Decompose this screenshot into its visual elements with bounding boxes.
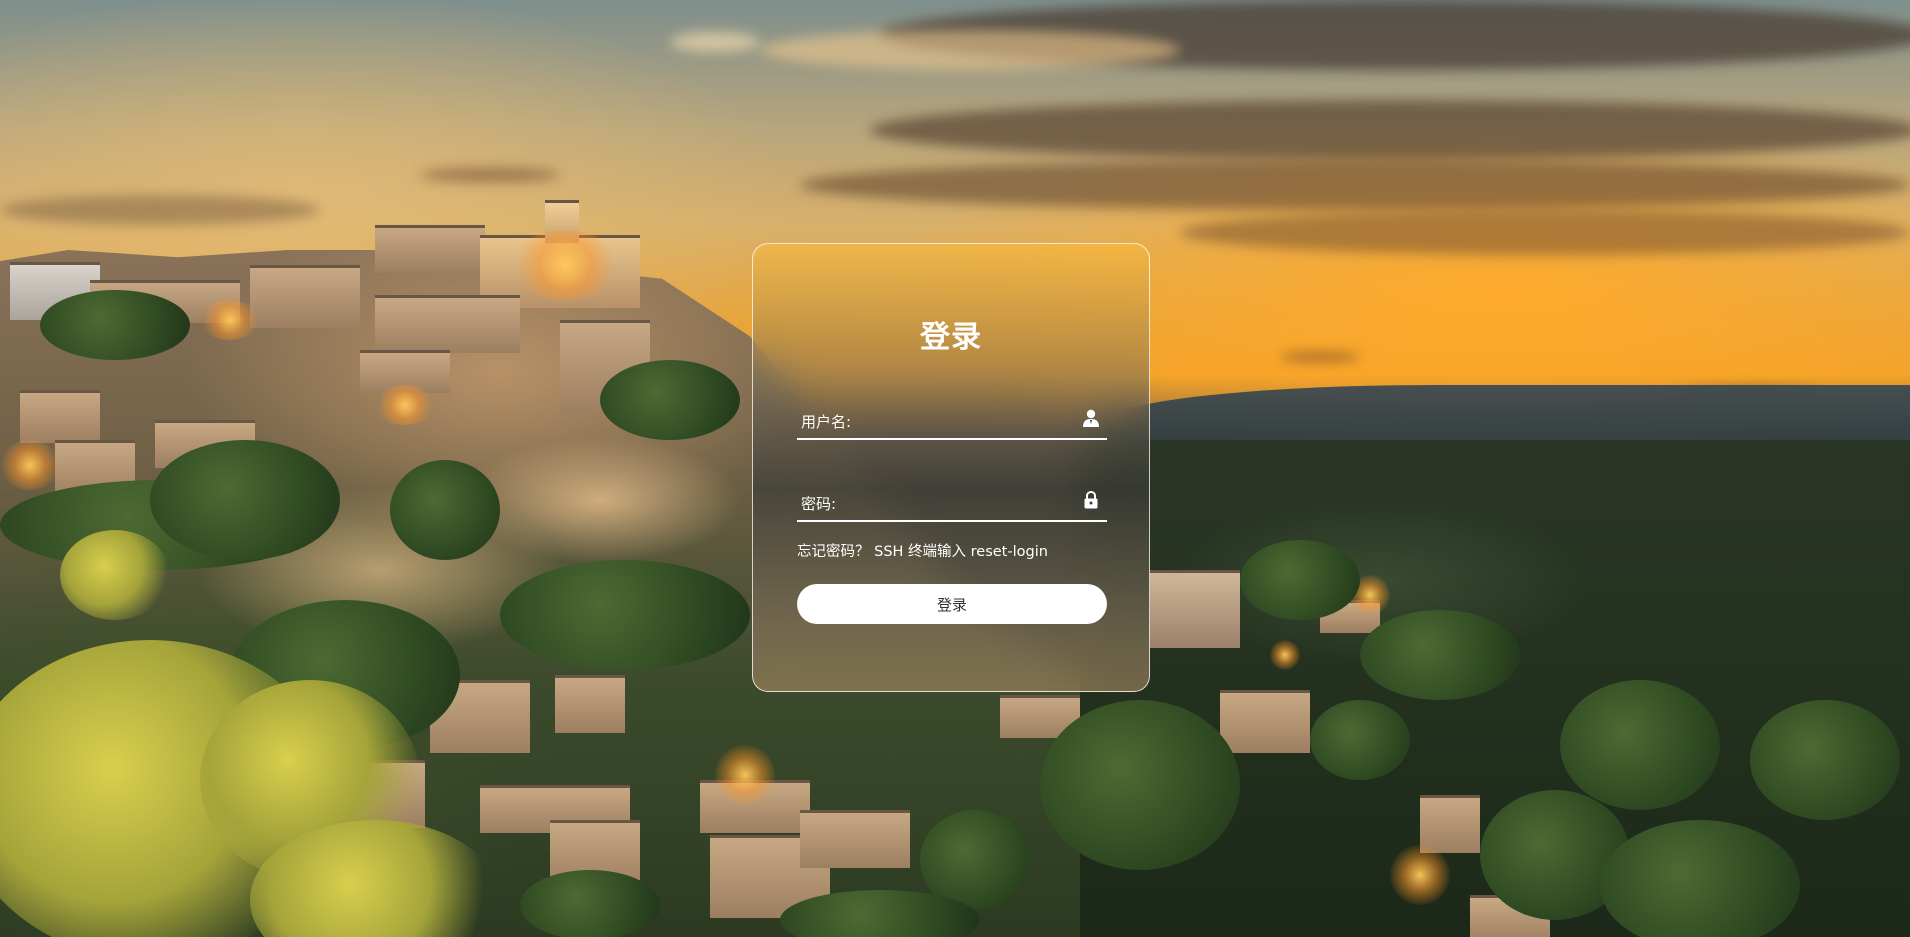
cloud <box>1280 353 1360 361</box>
tree <box>520 870 660 937</box>
tree <box>500 560 750 670</box>
tree <box>1040 700 1240 870</box>
password-label: 密码: <box>801 495 837 513</box>
forgot-password-hint: 忘记密码？ SSH 终端输入 reset-login <box>797 544 1048 560</box>
tree <box>1360 610 1520 700</box>
building <box>1420 795 1480 853</box>
login-button[interactable]: 登录 <box>797 584 1107 624</box>
foreground-foliage <box>60 530 170 620</box>
building <box>250 265 360 328</box>
password-input[interactable] <box>867 488 1071 516</box>
cloud <box>0 195 320 225</box>
street-light <box>510 230 620 300</box>
username-input[interactable] <box>867 406 1071 434</box>
cloud <box>420 168 560 182</box>
street-light <box>0 440 60 490</box>
street-light <box>1390 845 1450 905</box>
tree <box>150 440 340 560</box>
login-card: 登录 用户名: 密码: 忘记密码？ SSH 终端输入 reset-login 登… <box>752 243 1150 692</box>
street-light <box>1270 640 1300 670</box>
user-icon <box>1081 408 1101 428</box>
password-field[interactable]: 密码: <box>797 480 1107 522</box>
building <box>555 675 625 733</box>
street-light <box>715 745 775 805</box>
login-title: 登录 <box>920 320 982 355</box>
tree <box>390 460 500 560</box>
lock-icon <box>1081 490 1101 510</box>
building <box>375 225 485 273</box>
building <box>20 390 100 443</box>
building <box>375 295 520 353</box>
tree <box>1240 540 1360 620</box>
cloud <box>1180 210 1910 255</box>
street-light <box>200 300 260 340</box>
cloud <box>670 32 760 52</box>
building <box>1220 690 1310 753</box>
building <box>1150 570 1240 648</box>
tree <box>1750 700 1900 820</box>
building <box>800 810 910 868</box>
username-field[interactable]: 用户名: <box>797 398 1107 440</box>
tree <box>1310 700 1410 780</box>
tree <box>600 360 740 440</box>
tree <box>40 290 190 360</box>
cloud <box>870 100 1910 160</box>
cloud <box>800 160 1910 210</box>
tree <box>1560 680 1720 810</box>
cloud <box>760 30 1180 70</box>
username-label: 用户名: <box>801 413 852 431</box>
street-light <box>375 385 435 425</box>
